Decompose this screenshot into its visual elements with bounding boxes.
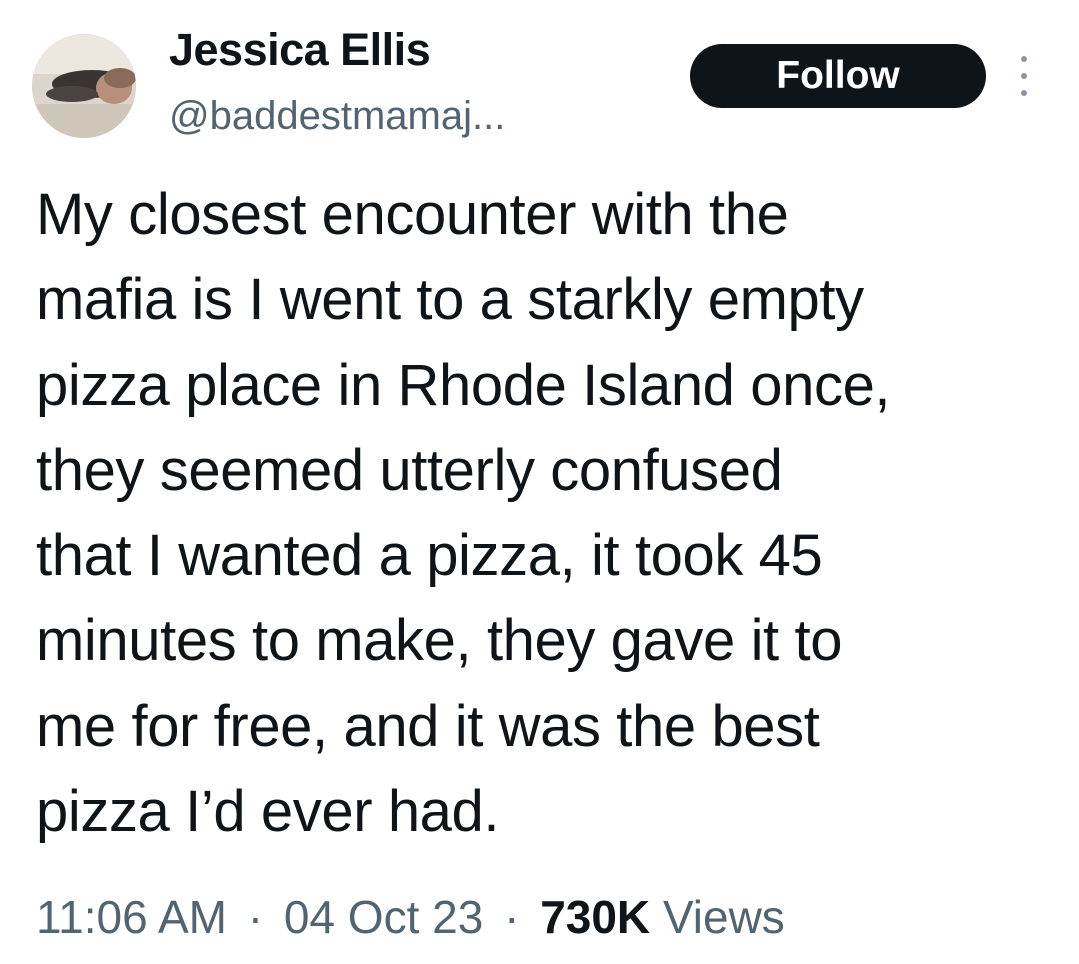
meta-separator: · bbox=[504, 891, 520, 943]
meta-separator: · bbox=[247, 891, 264, 943]
tweet-text-line: pizza place in Rhode Island once, bbox=[36, 352, 891, 418]
tweet-text-line: that I wanted a pizza, it took 45 bbox=[36, 523, 823, 589]
views-count[interactable]: 730K bbox=[540, 891, 650, 943]
more-dot bbox=[1021, 56, 1027, 62]
tweet-card: Jessica Ellis @baddestmamaj... Follow My… bbox=[0, 0, 1079, 964]
more-vertical-icon[interactable] bbox=[1010, 56, 1038, 96]
tweet-meta: 11:06 AM · 04 Oct 23 · 730K Views bbox=[36, 887, 785, 947]
tweet-text-line: minutes to make, they gave it to bbox=[36, 608, 843, 674]
tweet-text-line: mafia is I went to a starkly empty bbox=[36, 267, 864, 333]
tweet-date[interactable]: 04 Oct 23 bbox=[284, 891, 483, 943]
author-handle[interactable]: @baddestmamaj... bbox=[169, 92, 505, 140]
avatar-image bbox=[32, 34, 136, 138]
follow-button[interactable]: Follow bbox=[690, 44, 986, 108]
author-display-name[interactable]: Jessica Ellis bbox=[169, 24, 431, 76]
tweet-text: My closest encounter with the mafia is I… bbox=[36, 172, 1046, 854]
tweet-text-line: they seemed utterly confused bbox=[36, 437, 783, 503]
more-dot bbox=[1021, 73, 1027, 79]
views-label[interactable]: Views bbox=[663, 891, 785, 943]
avatar[interactable] bbox=[32, 34, 136, 138]
tweet-text-line: My closest encounter with the bbox=[36, 182, 789, 247]
tweet-text-line: me for free, and it was the best bbox=[36, 693, 820, 759]
more-dot bbox=[1021, 90, 1027, 96]
tweet-text-line: pizza I’d ever had. bbox=[36, 779, 500, 845]
tweet-time[interactable]: 11:06 AM bbox=[36, 891, 227, 943]
